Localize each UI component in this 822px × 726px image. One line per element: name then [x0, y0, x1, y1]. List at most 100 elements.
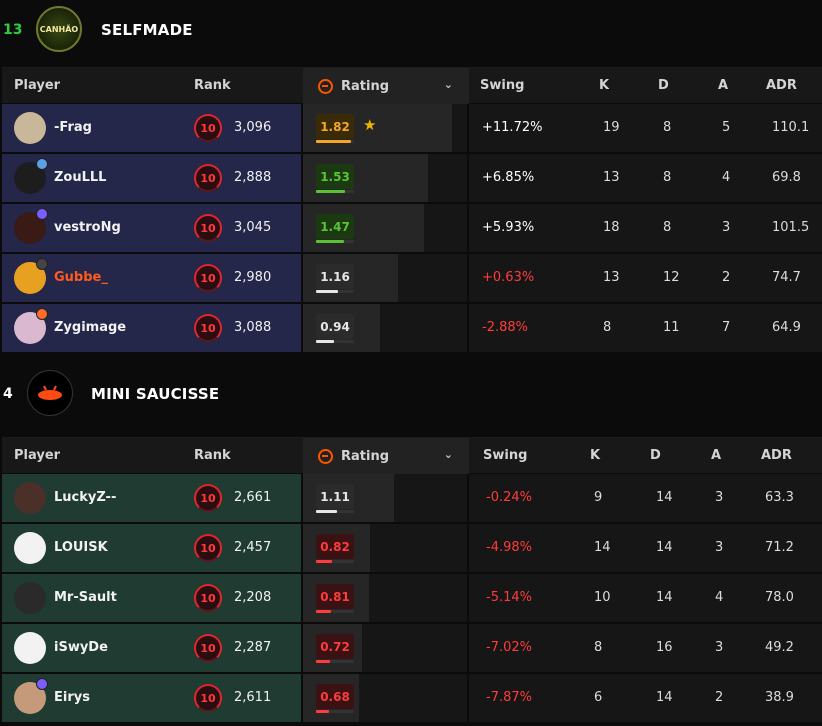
header-rating-dropdown[interactable]: Rating ⌄	[303, 68, 469, 104]
header-rank[interactable]: Rank	[194, 68, 231, 104]
team-logo-text: CANHÃO	[39, 24, 79, 34]
player-name[interactable]: Eirys	[54, 674, 90, 722]
kills-value: 8	[603, 320, 612, 335]
rating-value: 1.53	[316, 164, 354, 189]
player-badge-icon	[36, 308, 48, 320]
skill-level-icon: 10	[194, 214, 222, 242]
table-row[interactable]: -Frag 10 3,096 1.82 ★ +11.72% 19 8 5 110.1	[2, 103, 822, 153]
deaths-value: 8	[663, 220, 672, 235]
team-name[interactable]: MINI SAUCISSE	[91, 385, 219, 403]
table-row[interactable]: vestroNg 10 3,045 1.47 +5.93% 18 8 3 101.5	[2, 203, 822, 253]
header-rating-dropdown[interactable]: Rating ⌄	[303, 438, 469, 474]
player-cell[interactable]: Gubbe_ 10 2,980	[2, 254, 301, 302]
swing-value: -4.98%	[486, 540, 532, 555]
adr-value: 64.9	[772, 320, 801, 335]
adr-value: 49.2	[765, 640, 794, 655]
player-cell[interactable]: LOUISK 10 2,457	[2, 524, 301, 572]
player-name[interactable]: Mr-Sault	[54, 574, 117, 622]
table-row[interactable]: ZouLLL 10 2,888 1.53 +6.85% 13 8 4 69.8	[2, 153, 822, 203]
assists-value: 3	[722, 220, 731, 235]
adr-value: 110.1	[772, 120, 810, 135]
header-deaths[interactable]: D	[658, 68, 669, 104]
assists-value: 3	[715, 540, 724, 555]
avatar[interactable]	[14, 482, 46, 514]
deaths-value: 14	[656, 690, 673, 705]
player-cell[interactable]: iSwyDe 10 2,287	[2, 624, 301, 672]
header-kills[interactable]: K	[590, 438, 600, 474]
faceit-icon	[318, 78, 333, 94]
team-logo[interactable]: CANHÃO	[36, 6, 82, 52]
adr-value: 101.5	[772, 220, 810, 235]
deaths-value: 14	[656, 590, 673, 605]
player-name[interactable]: iSwyDe	[54, 624, 108, 672]
rating-progress	[316, 610, 354, 613]
table-row[interactable]: LOUISK 10 2,457 0.82 -4.98% 14 14 3 71.2	[2, 523, 822, 573]
skill-level-icon: 10	[194, 484, 222, 512]
header-player[interactable]: Player	[14, 438, 60, 474]
player-name[interactable]: -Frag	[54, 104, 92, 152]
assists-value: 4	[722, 170, 731, 185]
header-swing[interactable]: Swing	[483, 438, 527, 474]
header-assists[interactable]: A	[711, 438, 721, 474]
avatar[interactable]	[14, 582, 46, 614]
player-name[interactable]: LOUISK	[54, 524, 108, 572]
player-cell[interactable]: vestroNg 10 3,045	[2, 204, 301, 252]
player-cell[interactable]: Zygimage 10 3,088	[2, 304, 301, 352]
adr-value: 78.0	[765, 590, 794, 605]
player-cell[interactable]: -Frag 10 3,096	[2, 104, 301, 152]
deaths-value: 8	[663, 120, 672, 135]
rating-cell: 1.11	[303, 474, 467, 522]
rating-cell: 1.82 ★	[303, 104, 467, 152]
avatar[interactable]	[14, 632, 46, 664]
table-row[interactable]: LuckyZ-- 10 2,661 1.11 -0.24% 9 14 3 63.3	[2, 473, 822, 523]
rating-value: 1.11	[316, 484, 354, 509]
rating-progress	[316, 340, 354, 343]
player-elo: 3,088	[234, 320, 272, 335]
header-deaths[interactable]: D	[650, 438, 661, 474]
table-row[interactable]: Gubbe_ 10 2,980 1.16 +0.63% 13 12 2 74.7	[2, 253, 822, 303]
player-elo: 2,611	[234, 690, 272, 705]
table-row[interactable]: Eirys 10 2,611 0.68 -7.87% 6 14 2 38.9	[2, 673, 822, 723]
player-name[interactable]: ZouLLL	[54, 154, 106, 202]
player-name[interactable]: Gubbe_	[54, 254, 108, 302]
header-swing[interactable]: Swing	[480, 68, 524, 104]
team-name[interactable]: SELFMADE	[101, 21, 193, 39]
player-badge-icon	[36, 158, 48, 170]
skill-level-icon: 10	[194, 534, 222, 562]
kills-value: 13	[603, 270, 620, 285]
header-player[interactable]: Player	[14, 68, 60, 104]
player-name[interactable]: Zygimage	[54, 304, 126, 352]
team-score: 13	[3, 22, 23, 38]
kills-value: 14	[594, 540, 611, 555]
table-row[interactable]: Zygimage 10 3,088 0.94 -2.88% 8 11 7 64.9	[2, 303, 822, 353]
header-kills[interactable]: K	[599, 68, 609, 104]
team-score: 4	[3, 386, 13, 402]
player-elo: 2,457	[234, 540, 272, 555]
rating-value: 1.47	[316, 214, 354, 239]
player-elo: 2,661	[234, 490, 272, 505]
table-header: Player Rank Rating ⌄ Swing K D A ADR	[2, 67, 822, 104]
table-row[interactable]: iSwyDe 10 2,287 0.72 -7.02% 8 16 3 49.2	[2, 623, 822, 673]
stats-cell: -5.14% 10 14 4 78.0	[469, 574, 822, 622]
player-cell[interactable]: Mr-Sault 10 2,208	[2, 574, 301, 622]
player-cell[interactable]: ZouLLL 10 2,888	[2, 154, 301, 202]
header-adr[interactable]: ADR	[761, 438, 792, 474]
header-rank[interactable]: Rank	[194, 438, 231, 474]
chevron-down-icon: ⌄	[443, 78, 453, 91]
header-assists[interactable]: A	[718, 68, 728, 104]
avatar[interactable]	[14, 112, 46, 144]
player-elo: 2,287	[234, 640, 272, 655]
table-row[interactable]: Mr-Sault 10 2,208 0.81 -5.14% 10 14 4 78.0	[2, 573, 822, 623]
avatar[interactable]	[14, 532, 46, 564]
header-adr[interactable]: ADR	[766, 68, 797, 104]
rating-value: 0.72	[316, 634, 354, 659]
stats-cell: +5.93% 18 8 3 101.5	[469, 204, 822, 252]
player-cell[interactable]: LuckyZ-- 10 2,661	[2, 474, 301, 522]
table-header: Player Rank Rating ⌄ Swing K D A ADR	[2, 437, 822, 474]
team-logo[interactable]	[27, 370, 73, 416]
player-name[interactable]: vestroNg	[54, 204, 121, 252]
rating-cell: 0.82	[303, 524, 467, 572]
header-rating-label: Rating	[341, 448, 390, 464]
player-cell[interactable]: Eirys 10 2,611	[2, 674, 301, 722]
player-name[interactable]: LuckyZ--	[54, 474, 116, 522]
